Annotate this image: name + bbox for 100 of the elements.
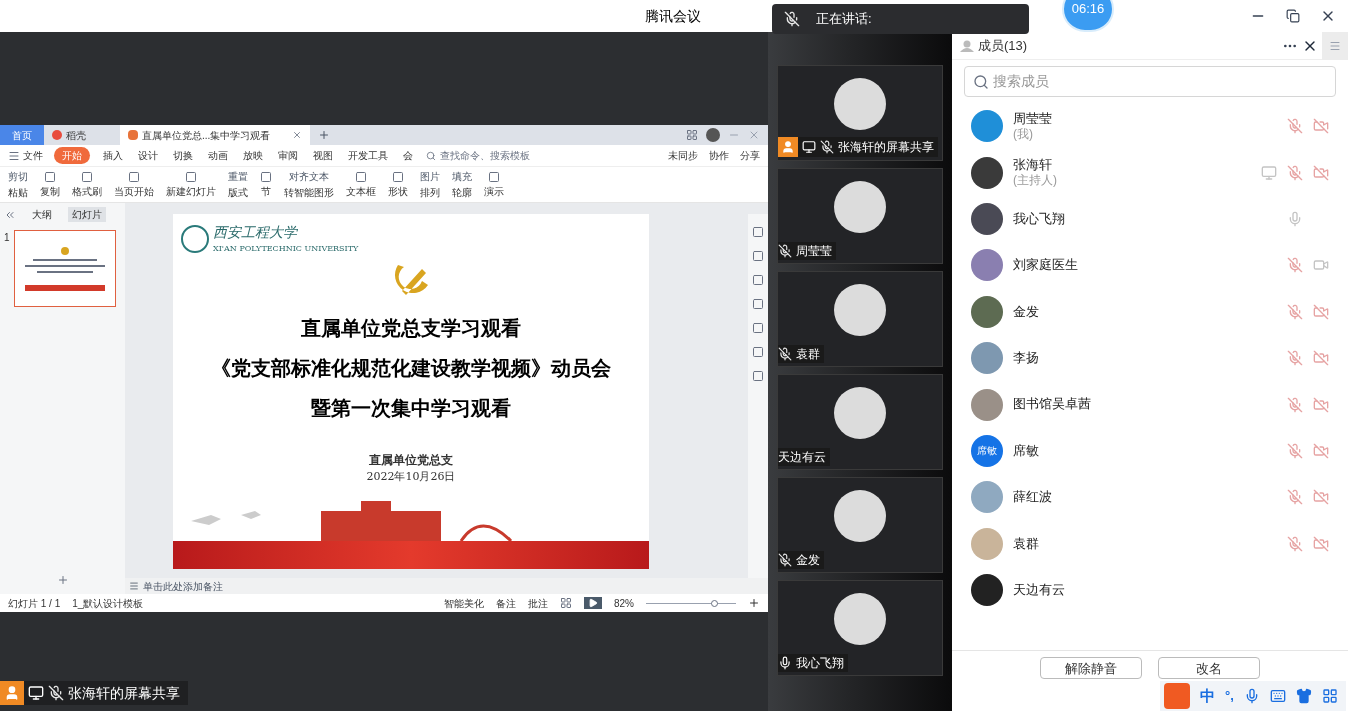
search-field[interactable]: 搜索成员 [964, 66, 1336, 97]
tool-icon[interactable] [355, 170, 367, 183]
video-tile[interactable]: 天边有云 [777, 374, 943, 470]
panel-tab[interactable]: 大纲 [28, 207, 56, 222]
ribbon-button[interactable]: 形状 [388, 183, 408, 199]
tool-icon[interactable] [392, 170, 404, 183]
member-row[interactable]: 图书馆吴卓茜 [952, 381, 1348, 428]
notes-button[interactable]: 备注 [496, 595, 516, 611]
member-row[interactable]: 天边有云 [952, 566, 1348, 614]
tool-icon[interactable] [128, 170, 140, 183]
member-row[interactable]: 周莹莹 (我) [952, 103, 1348, 150]
video-tile[interactable]: 金发 [777, 477, 943, 573]
ribbon-button[interactable]: 重置 [228, 169, 248, 184]
input-mode[interactable]: 中 [1200, 684, 1215, 708]
ribbon-button[interactable]: 对齐文本 [289, 169, 329, 184]
collab-button[interactable]: 协作 [709, 148, 729, 163]
member-row[interactable]: 我心飞翔 [952, 195, 1348, 243]
add-slide-icon[interactable] [56, 574, 69, 586]
video-tile[interactable]: 张海轩的屏幕共享 [777, 65, 943, 161]
close-tab-icon[interactable] [292, 130, 302, 140]
notes-bar[interactable]: 单击此处添加备注 [125, 578, 768, 594]
document-tab[interactable]: 稻壳 [44, 125, 120, 145]
ribbon-tab[interactable]: 开发工具 [346, 148, 390, 163]
tool-icon[interactable] [260, 170, 272, 183]
tool-icon[interactable] [752, 250, 764, 262]
panel-tab[interactable]: 幻灯片 [68, 207, 106, 222]
member-row[interactable]: 金发 [952, 288, 1348, 335]
ribbon-button[interactable]: 格式刷 [72, 183, 102, 199]
user-avatar[interactable] [706, 128, 720, 142]
zoom-level[interactable]: 82% [614, 595, 634, 611]
sync-status[interactable]: 未同步 [668, 148, 698, 163]
ribbon-tab[interactable]: 审阅 [276, 148, 300, 163]
ribbon-button[interactable]: 转智能图形 [284, 185, 334, 200]
member-name: 周莹莹 [1013, 110, 1052, 127]
panel-button[interactable]: 解除静音 [1040, 657, 1142, 679]
slide-title: 直属单位党总支学习观看 [301, 315, 521, 342]
file-menu[interactable]: 文件 [23, 148, 43, 163]
ribbon-button[interactable]: 填充 [452, 169, 472, 184]
tool-icon[interactable] [752, 298, 764, 310]
tool-icon[interactable] [81, 170, 93, 183]
tool-icon[interactable] [752, 274, 764, 286]
view-icon[interactable] [560, 597, 572, 609]
toolbox-icon[interactable] [1321, 688, 1338, 704]
zoom-thumb[interactable] [710, 599, 718, 607]
ribbon-button[interactable]: 演示 [484, 183, 504, 199]
tool-icon[interactable] [752, 226, 764, 238]
ribbon-button[interactable]: 排列 [420, 185, 440, 200]
ribbon-tab[interactable]: 设计 [136, 148, 160, 163]
ribbon-tab[interactable]: 视图 [311, 148, 335, 163]
document-tab[interactable]: 首页 [0, 125, 44, 145]
member-row[interactable]: 张海轩 (主持人) [952, 149, 1348, 196]
video-tile[interactable]: 我心飞翔 [777, 580, 943, 676]
share-button[interactable]: 分享 [740, 148, 760, 163]
ribbon-button[interactable]: 轮廓 [452, 185, 472, 200]
video-tile[interactable]: 袁群 [777, 271, 943, 367]
member-row[interactable]: 薛红波 [952, 474, 1348, 521]
tool-icon[interactable] [488, 170, 500, 183]
ribbon-button[interactable]: 当页开始 [114, 183, 154, 199]
video-tile[interactable]: 周莹莹 [777, 168, 943, 264]
shirt-icon[interactable] [1295, 688, 1312, 704]
new-tab-icon[interactable] [318, 129, 330, 141]
tool-icon[interactable] [752, 322, 764, 334]
tool-icon[interactable] [185, 170, 197, 183]
zoom-in-icon[interactable] [748, 597, 760, 609]
ribbon-button[interactable]: 图片 [420, 169, 440, 184]
member-row[interactable]: 刘家庭医生 [952, 242, 1348, 289]
ribbon-tab[interactable]: 插入 [101, 148, 125, 163]
menu-icon [1329, 39, 1341, 52]
command-search[interactable]: 查找命令、搜索模板 [426, 148, 530, 163]
panel-button[interactable]: 改名 [1158, 657, 1260, 679]
restore-icon[interactable] [1286, 9, 1300, 23]
share-label: 张海轩的屏幕共享 [68, 683, 180, 703]
ribbon-button[interactable]: 文本框 [346, 183, 376, 199]
ribbon-button[interactable]: 复制 [40, 183, 60, 199]
beautify-button[interactable]: 智能美化 [444, 595, 484, 611]
tool-icon[interactable] [752, 346, 764, 358]
slide-thumbnail[interactable] [13, 230, 116, 307]
grid-icon[interactable] [686, 129, 698, 141]
play-button[interactable] [584, 597, 602, 609]
search-input[interactable]: 搜索成员 [993, 71, 1327, 92]
document-tab[interactable]: 直属单位党总...集中学习观看 [120, 125, 310, 145]
keyboard-icon[interactable] [1269, 688, 1286, 704]
ribbon-button[interactable]: 粘贴 [8, 185, 28, 200]
punctuation-mode[interactable]: °, [1225, 686, 1234, 706]
ribbon-button[interactable]: 节 [261, 183, 271, 199]
member-row[interactable]: 李扬 [952, 334, 1348, 382]
tool-icon[interactable] [44, 170, 56, 183]
member-row[interactable]: 席敏 席敏 [952, 427, 1348, 475]
ribbon-tab[interactable]: 放映 [241, 148, 265, 163]
ribbon-tab[interactable]: 动画 [206, 148, 230, 163]
ribbon-button[interactable]: 新建幻灯片 [166, 183, 216, 199]
ribbon-tab[interactable]: 切换 [171, 148, 195, 163]
member-row[interactable]: 袁群 [952, 520, 1348, 567]
tool-icon[interactable] [752, 370, 764, 382]
comments-button[interactable]: 批注 [528, 595, 548, 611]
ribbon-tab[interactable]: 会 [401, 148, 415, 163]
menu-icon[interactable] [8, 149, 20, 162]
slide-number: 1 [4, 231, 10, 245]
ribbon-button[interactable]: 剪切 [8, 169, 28, 184]
ribbon-button[interactable]: 版式 [228, 185, 248, 200]
